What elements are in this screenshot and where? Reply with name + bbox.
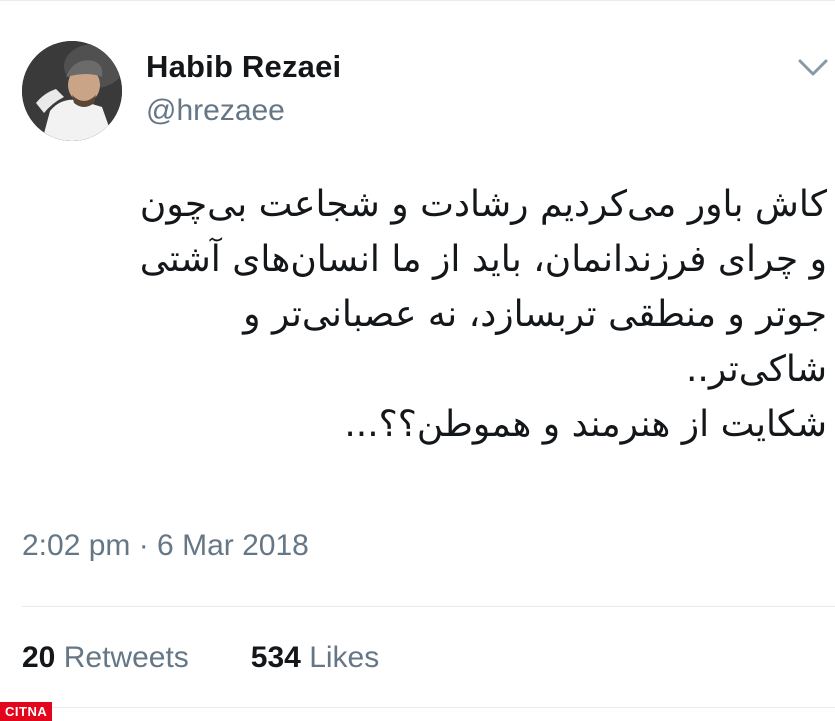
- likes-label: Likes: [309, 641, 380, 674]
- tweet-text-line: و چرای فرزندانمان، باید از ما انسان‌های …: [139, 239, 827, 280]
- avatar[interactable]: [22, 41, 122, 141]
- tweet-stats: 20 Retweets 534 Likes: [22, 641, 441, 675]
- likes-count: 534: [250, 641, 301, 674]
- tweet-text-line: جوتر و منطقی تربسازد، نه عصبانی‌تر و: [243, 294, 827, 335]
- likes-stat[interactable]: 534 Likes: [251, 641, 379, 675]
- user-avatar-image: [22, 41, 122, 141]
- tweet-card: Habib Rezaei @hrezaee کاش باور می‌کردیم …: [0, 0, 835, 721]
- tweet-text-line: شکایت از هنرمند و هموطن؟؟...: [344, 404, 827, 445]
- retweets-stat[interactable]: 20 Retweets: [22, 641, 189, 675]
- tweet-text-line: کاش باور می‌کردیم رشادت و شجاعت بی‌چون: [139, 184, 827, 225]
- author-name[interactable]: Habib Rezaei: [146, 49, 341, 85]
- tweet-text: کاش باور می‌کردیم رشادت و شجاعت بی‌چون و…: [139, 177, 827, 452]
- tweet-timestamp[interactable]: 2:02 pm · 6 Mar 2018: [22, 529, 309, 563]
- tweet-text-line: شاکی‌تر..: [685, 349, 827, 390]
- retweets-count: 20: [22, 641, 56, 674]
- divider: [22, 707, 835, 708]
- chevron-down-icon[interactable]: [796, 55, 830, 79]
- watermark-logo: CITNA: [0, 702, 53, 721]
- author-handle[interactable]: @hrezaee: [146, 94, 285, 128]
- divider: [22, 606, 835, 607]
- retweets-label: Retweets: [63, 641, 189, 674]
